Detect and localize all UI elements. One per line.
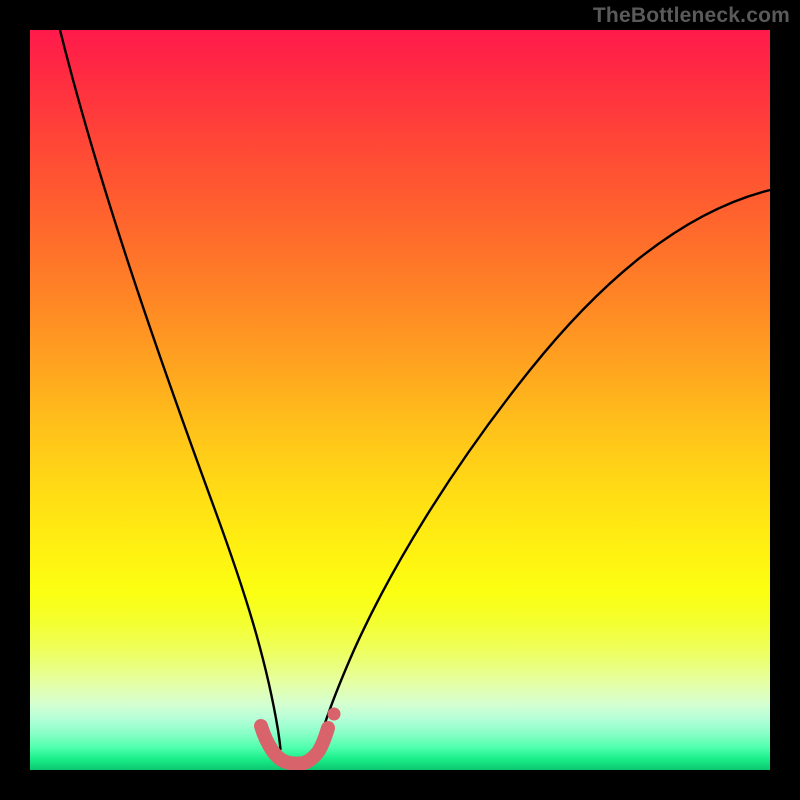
left-curve-path — [60, 30, 281, 750]
bottom-marker-dot — [328, 708, 341, 721]
watermark-text: TheBottleneck.com — [593, 4, 790, 28]
bottom-marker-path — [261, 726, 328, 764]
heatmap-gradient-background — [30, 30, 770, 770]
right-curve-path — [317, 190, 770, 750]
chart-frame: TheBottleneck.com — [0, 0, 800, 800]
curve-overlay — [30, 30, 770, 770]
